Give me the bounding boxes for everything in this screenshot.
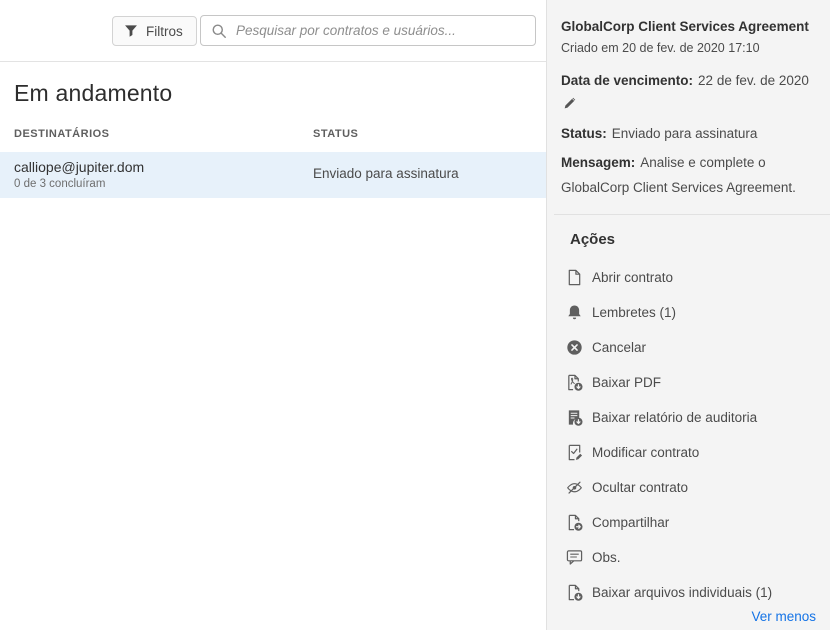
action-download-audit-report[interactable]: Baixar relatório de auditoria	[565, 400, 772, 435]
due-date-value: 22 de fev. de 2020	[698, 73, 809, 88]
message-label: Mensagem:	[561, 155, 635, 170]
action-notes[interactable]: Obs.	[565, 540, 772, 575]
action-label: Lembretes (1)	[592, 305, 676, 320]
edit-due-date-button[interactable]	[558, 90, 582, 114]
download-audit-report-icon	[565, 409, 583, 427]
action-reminders[interactable]: Lembretes (1)	[565, 295, 772, 330]
action-download-pdf[interactable]: Baixar PDF	[565, 365, 772, 400]
action-share[interactable]: Compartilhar	[565, 505, 772, 540]
page-title: Em andamento	[14, 80, 172, 107]
actions-list: Abrir contrato Lembretes (1) Cancelar Ba…	[565, 260, 772, 610]
recipient-progress: 0 de 3 concluíram	[14, 178, 105, 190]
action-label: Baixar relatório de auditoria	[592, 410, 757, 425]
filters-button[interactable]: Filtros	[112, 16, 197, 46]
agreements-list-area: Filtros Em andamento DESTINATÁRIOS STATU…	[0, 0, 547, 630]
reminders-bell-icon	[565, 304, 583, 322]
search-icon	[211, 23, 227, 39]
modify-contract-icon	[565, 444, 583, 462]
recipient-email: calliope@jupiter.dom	[14, 159, 144, 175]
pencil-icon	[563, 95, 578, 110]
agreement-row-selected[interactable]: calliope@jupiter.dom 0 de 3 concluíram E…	[0, 152, 547, 198]
action-open-contract[interactable]: Abrir contrato	[565, 260, 772, 295]
action-label: Abrir contrato	[592, 270, 673, 285]
action-label: Ocultar contrato	[592, 480, 688, 495]
actions-section-title: Ações	[570, 231, 615, 248]
panel-divider	[554, 214, 830, 215]
column-header-status: STATUS	[313, 128, 358, 140]
search-input[interactable]	[236, 23, 525, 38]
due-date-line: Data de vencimento: 22 de fev. de 2020	[561, 73, 809, 88]
see-less-link[interactable]: Ver menos	[751, 609, 816, 624]
action-hide-contract[interactable]: Ocultar contrato	[565, 470, 772, 505]
action-label: Obs.	[592, 550, 621, 565]
action-label: Modificar contrato	[592, 445, 699, 460]
agreement-title: GlobalCorp Client Services Agreement	[561, 18, 819, 35]
message-line: Mensagem:Analise e complete o GlobalCorp…	[561, 150, 821, 200]
hide-contract-eye-icon	[565, 479, 583, 497]
agreement-created-date: Criado em 20 de fev. de 2020 17:10	[561, 41, 760, 55]
action-label: Cancelar	[592, 340, 646, 355]
download-individual-files-icon	[565, 584, 583, 602]
cancel-circle-icon	[565, 339, 583, 357]
status-label: Status:	[561, 126, 607, 141]
action-label: Compartilhar	[592, 515, 669, 530]
column-header-recipients: DESTINATÁRIOS	[14, 128, 110, 140]
action-modify-contract[interactable]: Modificar contrato	[565, 435, 772, 470]
notes-bubble-icon	[565, 549, 583, 567]
search-box[interactable]	[200, 15, 536, 46]
status-value: Enviado para assinatura	[612, 126, 758, 141]
filters-button-label: Filtros	[146, 24, 183, 39]
share-icon	[565, 514, 583, 532]
action-label: Baixar PDF	[592, 375, 661, 390]
action-download-individual-files[interactable]: Baixar arquivos individuais (1)	[565, 575, 772, 610]
filter-funnel-icon	[124, 24, 138, 38]
open-contract-icon	[565, 269, 583, 287]
row-status-value: Enviado para assinatura	[313, 166, 459, 181]
toolbar: Filtros	[0, 0, 547, 62]
action-cancel[interactable]: Cancelar	[565, 330, 772, 365]
status-line: Status: Enviado para assinatura	[561, 126, 757, 141]
action-label: Baixar arquivos individuais (1)	[592, 585, 772, 600]
due-date-label: Data de vencimento:	[561, 73, 693, 88]
agreement-detail-panel: GlobalCorp Client Services Agreement Cri…	[546, 0, 830, 630]
download-pdf-icon	[565, 374, 583, 392]
